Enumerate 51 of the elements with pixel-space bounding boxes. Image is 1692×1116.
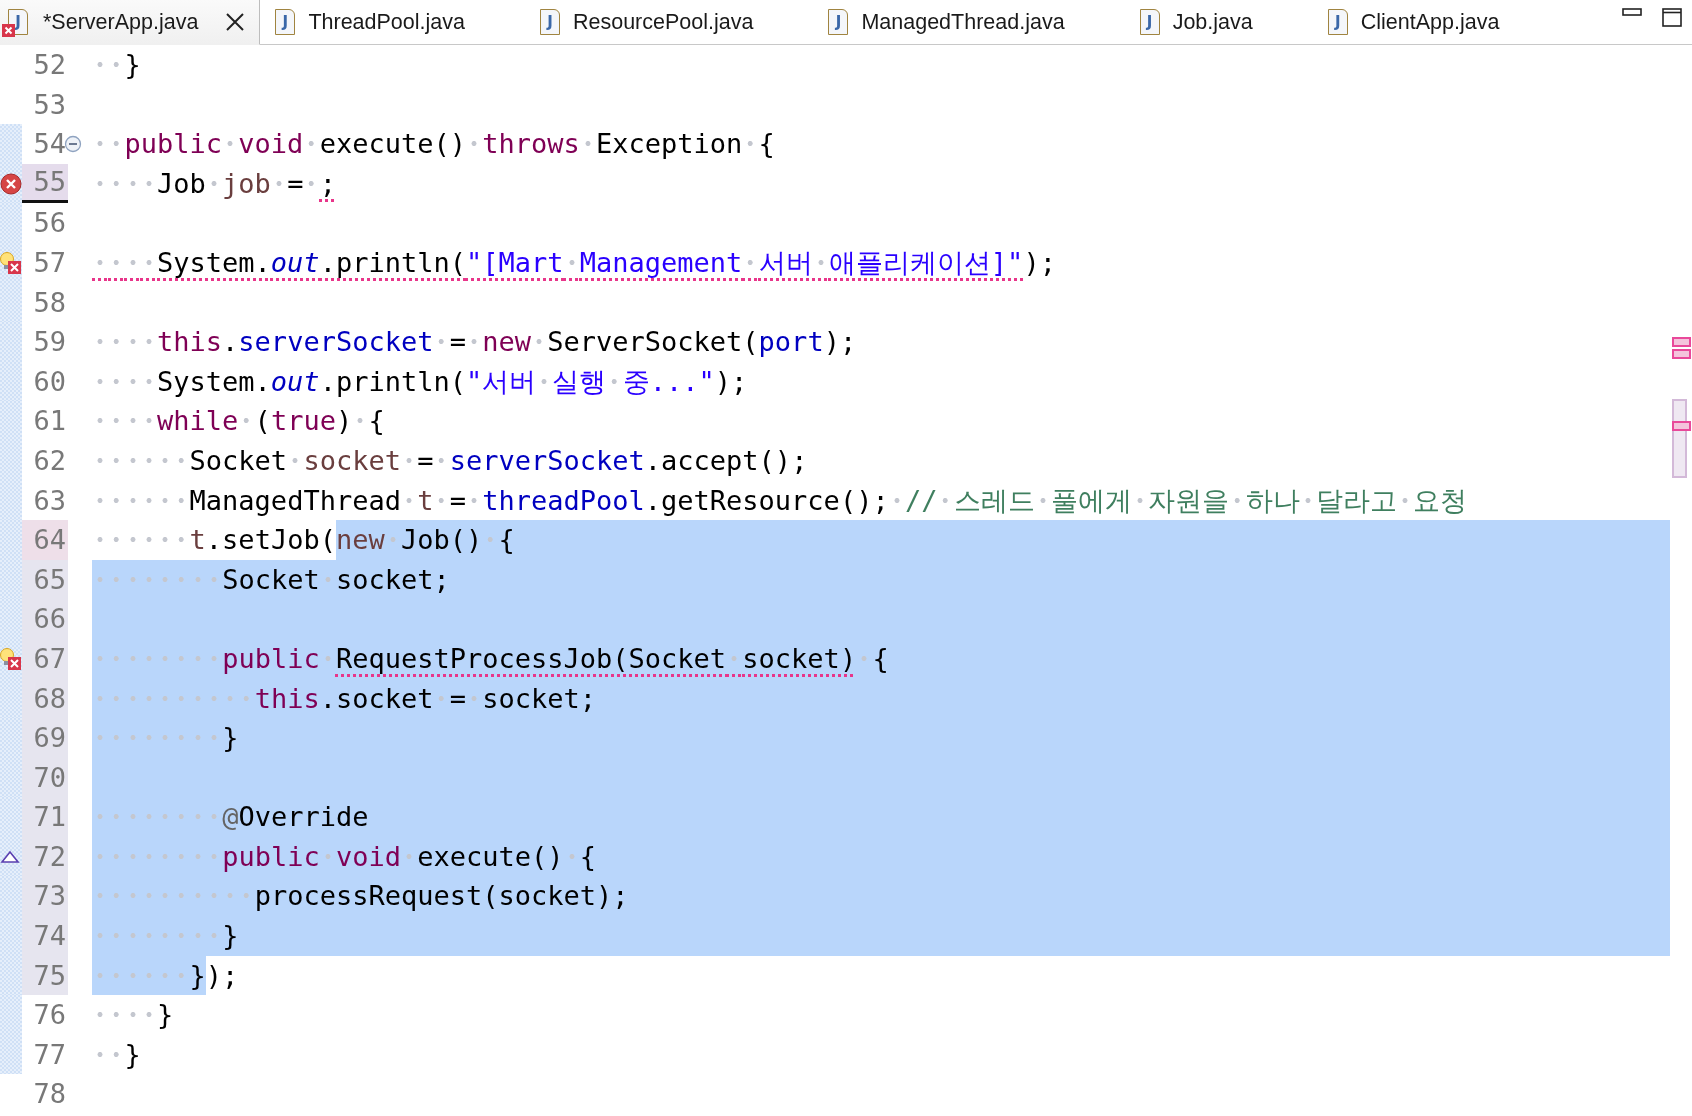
editor-tab[interactable]: J ResourcePool.java: [524, 0, 814, 44]
line-number: 65: [22, 559, 68, 600]
line-number: 70: [22, 757, 68, 798]
line-number: 68: [22, 678, 68, 719]
line-number: 72: [22, 836, 68, 877]
code-line: public void execute() throws Exception {: [92, 124, 1670, 164]
code-line: this.socket = socket;: [92, 678, 1670, 719]
error-mark[interactable]: [1672, 349, 1691, 359]
code-line: this.serverSocket = new ServerSocket(port);: [92, 322, 1670, 362]
line-number: 74: [22, 916, 68, 956]
editor-tab[interactable]: J ManagedThread.java: [813, 0, 1125, 44]
code-line: System.out.println("서버 실행 중...");: [92, 361, 1670, 402]
code-line: }: [92, 718, 1670, 758]
line-number: 73: [22, 876, 68, 917]
code-line: }: [92, 995, 1670, 1035]
close-button[interactable]: [225, 12, 246, 32]
code-line: Socket socket = serverSocket.accept();: [92, 440, 1670, 481]
line-number: 55: [22, 163, 68, 204]
java-file-icon: J: [275, 9, 296, 35]
code-line: Job job = ;: [92, 163, 1670, 204]
java-file-icon: J: [1139, 9, 1160, 35]
line-number: 69: [22, 718, 68, 758]
line-number: 71: [22, 797, 68, 837]
line-number: 75: [22, 955, 68, 996]
code-line: while (true) {: [92, 401, 1670, 441]
code-line: public RequestProcessJob(Socket socket) {: [92, 638, 1670, 679]
code-line: }: [92, 916, 1670, 956]
error-mark[interactable]: [1672, 421, 1691, 431]
code-line: processRequest(socket);: [92, 876, 1670, 917]
editor-tab[interactable]: J ThreadPool.java: [260, 0, 525, 44]
minimize-icon: [1622, 8, 1642, 18]
code-line: System.out.println("[Mart Management 서버 애플리케이션]");: [92, 242, 1670, 283]
java-file-icon: J: [1327, 9, 1348, 35]
error-mark[interactable]: [1672, 337, 1691, 347]
line-number: 66: [22, 599, 68, 639]
line-number: 64: [22, 520, 68, 560]
code-line: ManagedThread t = threadPool.getResource(); // 스레드 풀에게 자원을 하나 달라고 요청: [92, 480, 1670, 521]
close-icon: [225, 12, 246, 32]
editor-tab[interactable]: J Job.java: [1124, 0, 1313, 44]
java-file-icon: J: [539, 9, 560, 35]
code-line: public void execute() {: [92, 836, 1670, 877]
code-line: }: [92, 45, 1670, 85]
editor-tab[interactable]: J ClientApp.java: [1312, 0, 1560, 44]
code-line: @Override: [92, 797, 1670, 837]
collapse-icon[interactable]: [64, 135, 82, 153]
maximize-icon: [1662, 8, 1682, 28]
code-line: Socket socket;: [92, 559, 1670, 600]
line-number: 67: [22, 638, 68, 679]
java-file-icon: J: [828, 9, 849, 35]
code-line: }: [92, 1034, 1670, 1075]
code-line: });: [92, 955, 1670, 996]
